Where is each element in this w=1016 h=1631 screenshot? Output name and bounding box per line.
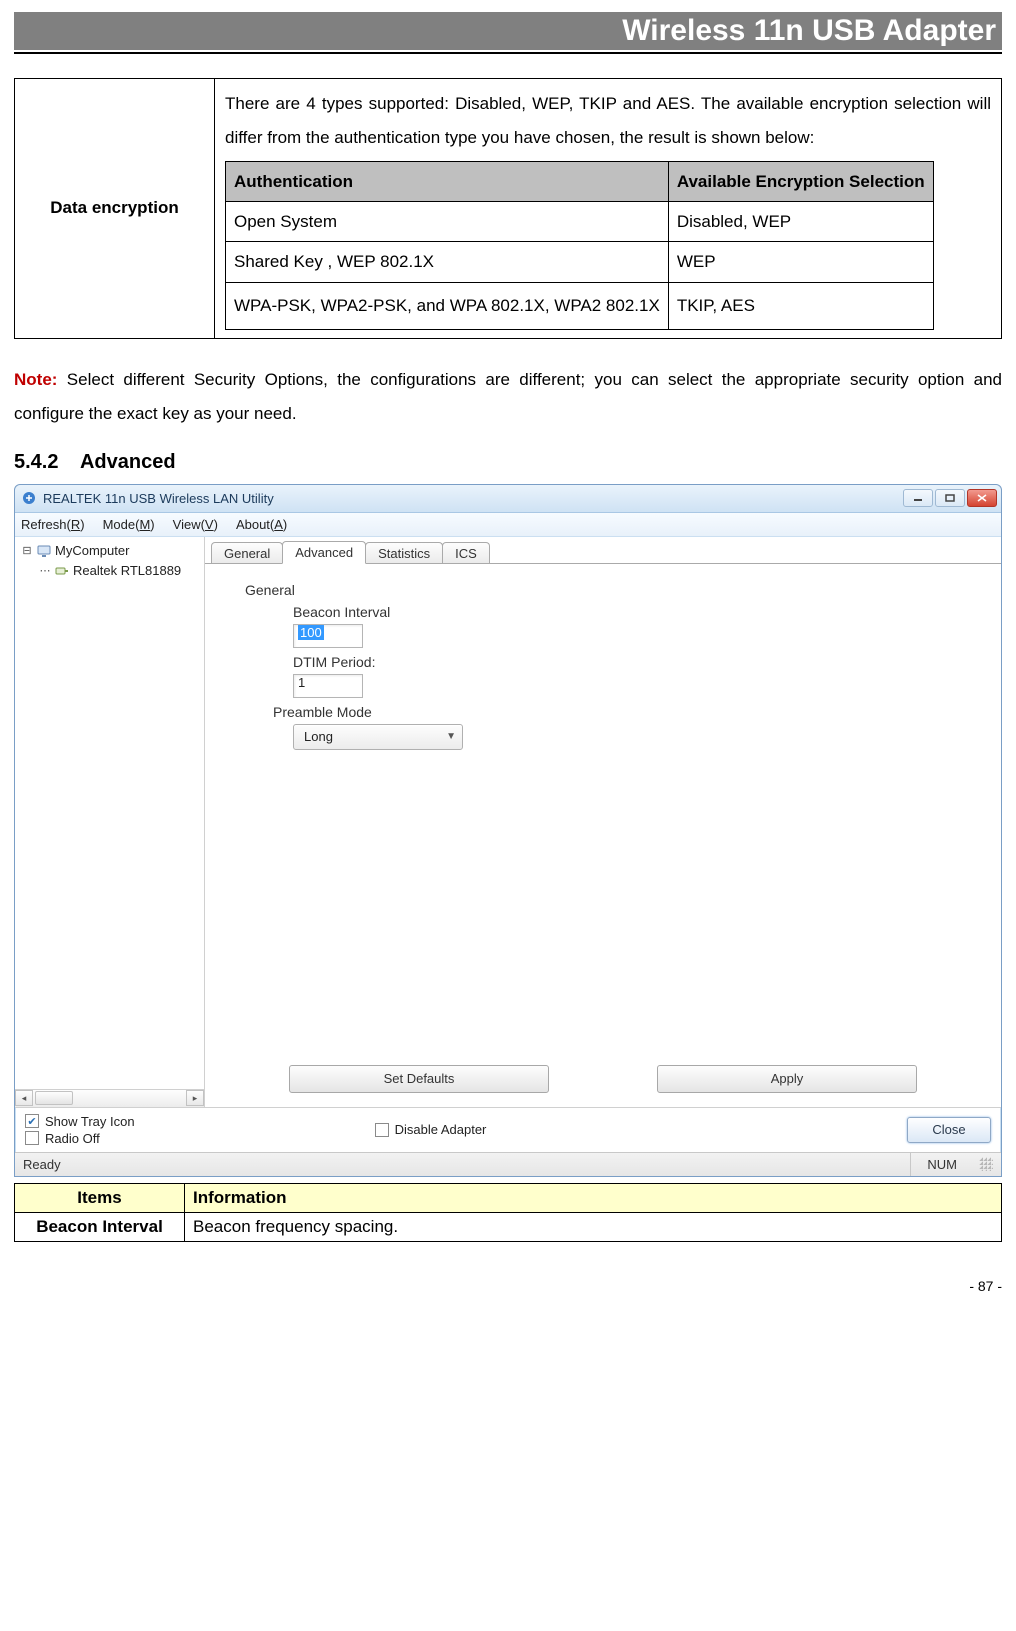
menubar: Refresh(R) Mode(M) View(V) About(A) bbox=[15, 513, 1001, 537]
inner-r2-auth: WPA-PSK, WPA2-PSK, and WPA 802.1X, WPA2 … bbox=[226, 282, 669, 329]
inner-r0-auth: Open System bbox=[226, 202, 669, 242]
menu-about[interactable]: About(A) bbox=[236, 517, 287, 532]
close-button[interactable]: Close bbox=[907, 1117, 991, 1143]
header-rule bbox=[14, 52, 1002, 54]
note-label: Note: bbox=[14, 370, 57, 389]
adapter-icon bbox=[54, 563, 70, 579]
dtim-period-label: DTIM Period: bbox=[293, 654, 983, 670]
statusbar: Ready NUM bbox=[15, 1152, 1001, 1176]
radio-off-checkbox[interactable]: Radio Off bbox=[25, 1131, 135, 1146]
tree-leaf-dots: ⋯ bbox=[39, 564, 51, 577]
tabstrip: General Advanced Statistics ICS bbox=[205, 537, 1001, 563]
info-r1-info: Beacon frequency spacing. bbox=[185, 1212, 1002, 1241]
menu-view[interactable]: View(V) bbox=[173, 517, 218, 532]
preamble-mode-label: Preamble Mode bbox=[273, 704, 983, 720]
inner-r1-sel: WEP bbox=[668, 242, 933, 282]
checkbox-checked-icon: ✔ bbox=[25, 1114, 39, 1128]
close-window-button[interactable] bbox=[967, 489, 997, 507]
checkbox-unchecked-icon bbox=[25, 1131, 39, 1145]
content-pane: General Advanced Statistics ICS General … bbox=[205, 537, 1001, 1107]
inner-r1-auth: Shared Key , WEP 802.1X bbox=[226, 242, 669, 282]
tree-root-row[interactable]: ⊟ MyComputer bbox=[17, 541, 202, 561]
show-tray-icon-checkbox[interactable]: ✔ Show Tray Icon bbox=[25, 1114, 135, 1129]
show-tray-icon-label: Show Tray Icon bbox=[45, 1114, 135, 1129]
section-number: 5.4.2 bbox=[14, 451, 58, 473]
maximize-button[interactable] bbox=[935, 489, 965, 507]
dtim-period-input[interactable]: 1 bbox=[293, 674, 363, 698]
chevron-down-icon: ▼ bbox=[446, 731, 456, 742]
beacon-interval-label: Beacon Interval bbox=[293, 604, 983, 620]
info-r1-item: Beacon Interval bbox=[15, 1212, 185, 1241]
tab-panel-advanced: General Beacon Interval 100 DTIM Period:… bbox=[205, 563, 1001, 1107]
radio-off-label: Radio Off bbox=[45, 1131, 100, 1146]
scroll-thumb[interactable] bbox=[35, 1091, 73, 1105]
encryption-desc: There are 4 types supported: Disabled, W… bbox=[225, 94, 991, 147]
encryption-inner-table: Authentication Available Encryption Sele… bbox=[225, 161, 934, 330]
checkbox-unchecked-icon bbox=[375, 1123, 389, 1137]
dtim-period-value: 1 bbox=[298, 675, 305, 690]
set-defaults-button[interactable]: Set Defaults bbox=[289, 1065, 549, 1093]
note-paragraph: Note: Select different Security Options,… bbox=[14, 363, 1002, 431]
section-heading: 5.4.2 Advanced bbox=[14, 451, 1002, 474]
info-th-items: Items bbox=[15, 1183, 185, 1212]
status-num: NUM bbox=[910, 1153, 973, 1176]
status-ready: Ready bbox=[23, 1157, 61, 1172]
tab-ics[interactable]: ICS bbox=[442, 542, 490, 564]
apply-button[interactable]: Apply bbox=[657, 1065, 917, 1093]
tree-child-row[interactable]: ⋯ Realtek RTL81889 bbox=[17, 561, 202, 581]
inner-th-sel: Available Encryption Selection bbox=[668, 162, 933, 202]
tree-child-label: Realtek RTL81889 bbox=[73, 563, 181, 578]
inner-th-auth: Authentication bbox=[226, 162, 669, 202]
app-icon bbox=[21, 490, 37, 506]
document-header-title: Wireless 11n USB Adapter bbox=[14, 12, 1002, 50]
menu-mode[interactable]: Mode(M) bbox=[103, 517, 155, 532]
tab-statistics[interactable]: Statistics bbox=[365, 542, 443, 564]
info-th-information: Information bbox=[185, 1183, 1002, 1212]
disable-adapter-label: Disable Adapter bbox=[395, 1122, 487, 1137]
tree-scrollbar[interactable]: ◂ ▸ bbox=[15, 1089, 204, 1107]
minimize-button[interactable] bbox=[903, 489, 933, 507]
resize-grip-icon[interactable] bbox=[979, 1157, 993, 1171]
disable-adapter-checkbox[interactable]: Disable Adapter bbox=[375, 1122, 487, 1137]
beacon-interval-value: 100 bbox=[298, 625, 324, 640]
scroll-right-arrow[interactable]: ▸ bbox=[186, 1090, 204, 1106]
page-number: - 87 - bbox=[14, 1278, 1002, 1294]
tree-root-label: MyComputer bbox=[55, 543, 129, 558]
menu-refresh[interactable]: Refresh(R) bbox=[21, 517, 85, 532]
titlebar[interactable]: REALTEK 11n USB Wireless LAN Utility bbox=[15, 485, 1001, 513]
encryption-body-cell: There are 4 types supported: Disabled, W… bbox=[215, 79, 1002, 339]
options-bar: ✔ Show Tray Icon Radio Off Disable Adapt… bbox=[15, 1107, 1001, 1152]
beacon-interval-input[interactable]: 100 bbox=[293, 624, 363, 648]
tab-advanced[interactable]: Advanced bbox=[282, 541, 366, 564]
inner-r2-sel: TKIP, AES bbox=[668, 282, 933, 329]
preamble-mode-combo[interactable]: Long ▼ bbox=[293, 724, 463, 750]
tree-collapse-icon[interactable]: ⊟ bbox=[21, 544, 33, 557]
inner-r0-sel: Disabled, WEP bbox=[668, 202, 933, 242]
note-text: Select different Security Options, the c… bbox=[14, 370, 1002, 423]
tree-pane: ⊟ MyComputer ⋯ Realtek RTL81889 ◂ bbox=[15, 537, 205, 1107]
section-title: Advanced bbox=[80, 451, 176, 473]
tab-general[interactable]: General bbox=[211, 542, 283, 564]
group-general-label: General bbox=[245, 582, 983, 598]
app-window: REALTEK 11n USB Wireless LAN Utility Ref… bbox=[14, 484, 1002, 1177]
preamble-mode-value: Long bbox=[304, 729, 333, 744]
computer-icon bbox=[36, 543, 52, 559]
scroll-left-arrow[interactable]: ◂ bbox=[15, 1090, 33, 1106]
encryption-table: Data encryption There are 4 types suppor… bbox=[14, 78, 1002, 339]
info-table: Items Information Beacon Interval Beacon… bbox=[14, 1183, 1002, 1242]
encryption-label-cell: Data encryption bbox=[15, 79, 215, 339]
window-title: REALTEK 11n USB Wireless LAN Utility bbox=[43, 491, 903, 506]
